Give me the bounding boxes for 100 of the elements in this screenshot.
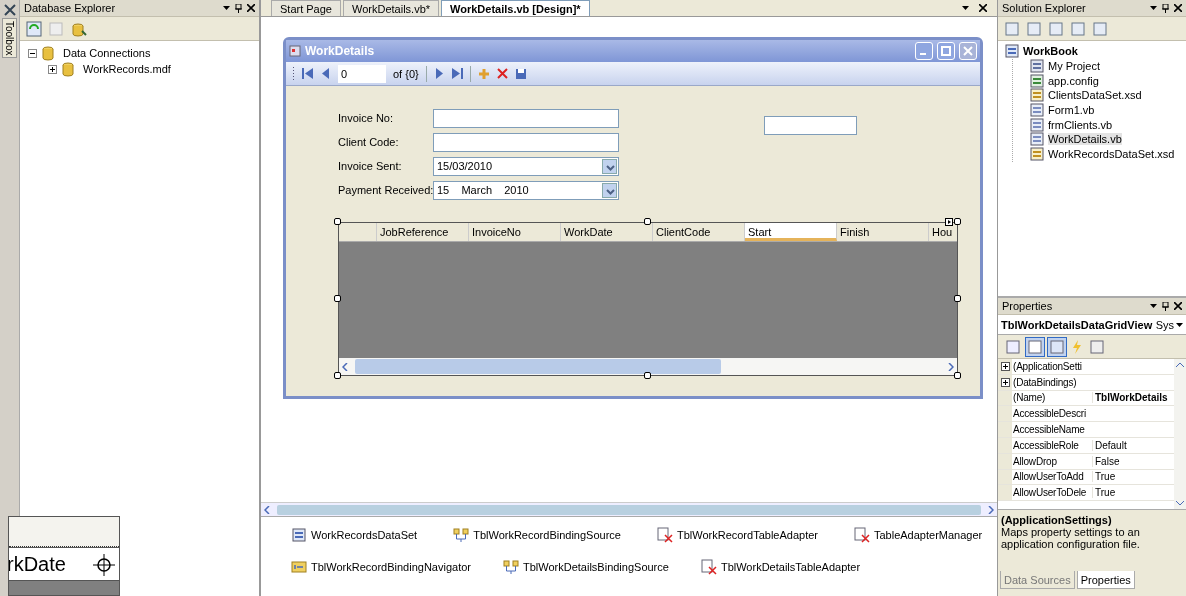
close-icon[interactable] (247, 4, 255, 12)
tree-item[interactable]: WorkRecordsDataSet.xsd (1048, 148, 1175, 161)
resize-handle[interactable] (334, 295, 341, 302)
property-value[interactable]: True (1092, 487, 1116, 499)
toolbox-icon[interactable] (3, 4, 16, 16)
tree-item[interactable]: WorkRecords.mdf (83, 63, 171, 75)
column-header[interactable]: InvoiceNo (469, 223, 561, 241)
resize-handle[interactable] (334, 218, 341, 225)
text-field[interactable] (433, 108, 619, 128)
tree-item[interactable]: app.config (1048, 74, 1099, 87)
text-field[interactable] (433, 132, 619, 152)
column-header[interactable]: Finish (837, 223, 929, 241)
position-field[interactable]: 0 (338, 64, 386, 83)
grip-icon (292, 66, 295, 81)
dropdown-caret-icon[interactable] (1150, 304, 1157, 308)
connect-database-icon[interactable] (70, 20, 88, 37)
component-label[interactable]: TblWorkDetailsBindingSource (523, 561, 669, 573)
alphabetical-icon[interactable] (1026, 337, 1044, 356)
scroll-up-icon[interactable] (1176, 362, 1184, 368)
project-node[interactable]: WorkBook (1023, 45, 1078, 58)
panel-tab[interactable]: Properties (1076, 571, 1135, 589)
scroll-down-icon[interactable] (1176, 500, 1184, 506)
close-icon[interactable] (979, 4, 987, 12)
column-header[interactable]: JobReference (377, 223, 469, 241)
dropdown-caret-icon[interactable] (962, 6, 969, 10)
resize-handle[interactable] (334, 372, 341, 379)
crosshair-cursor-icon (93, 554, 115, 576)
property-name[interactable]: AllowUserToAdd (1012, 471, 1092, 483)
object-selector[interactable]: TblWorkDetailsDataGridView Sys (998, 315, 1186, 335)
smart-tag-icon[interactable] (945, 218, 953, 226)
resize-handle[interactable] (954, 372, 961, 379)
tree-item[interactable]: Data Connections (63, 47, 151, 59)
pin-icon[interactable] (1162, 3, 1169, 13)
tree-item[interactable]: My Project (1048, 60, 1100, 73)
first-record-icon[interactable] (302, 68, 313, 79)
previous-record-icon[interactable] (320, 68, 331, 79)
property-name[interactable]: (ApplicationSetti (1012, 360, 1092, 372)
document-tab[interactable]: WorkDetails.vb [Design]* (441, 0, 590, 16)
resize-handle[interactable] (954, 295, 961, 302)
property-name[interactable]: AllowUserToDele (1012, 487, 1092, 499)
tree-item[interactable]: Form1.vb (1048, 104, 1095, 117)
dropdown-caret-icon[interactable] (602, 182, 617, 198)
component-label[interactable]: TblWorkRecordBindingSource (473, 529, 621, 541)
property-name[interactable]: AccessibleDescri (1012, 408, 1092, 420)
document-tab[interactable]: Start Page (271, 0, 341, 16)
horizontal-scrollbar[interactable] (261, 502, 997, 516)
property-value[interactable]: True (1092, 471, 1116, 483)
column-header[interactable]: Start (745, 223, 837, 241)
scrollbar-thumb[interactable] (277, 505, 981, 515)
component-label[interactable]: TblWorkRecordBindingNavigator (311, 561, 471, 573)
close-icon[interactable] (1174, 302, 1182, 310)
text-field[interactable] (764, 116, 857, 135)
document-tab[interactable]: WorkDetails.vb* (343, 0, 440, 16)
scroll-left-icon[interactable] (342, 362, 348, 371)
property-name[interactable]: (Name) (1012, 392, 1092, 404)
component-label[interactable]: TableAdapterManager (873, 529, 983, 541)
horizontal-scrollbar[interactable] (339, 358, 957, 375)
resize-handle[interactable] (644, 218, 651, 225)
save-icon[interactable] (514, 67, 527, 80)
panel-tab[interactable]: Data Sources (1000, 571, 1075, 589)
property-name[interactable]: AllowDrop (1012, 455, 1092, 467)
dropdown-caret-icon[interactable] (602, 158, 617, 174)
next-record-icon[interactable] (433, 68, 445, 79)
resize-handle[interactable] (954, 218, 961, 225)
scroll-right-icon[interactable] (948, 362, 954, 371)
scrollbar-thumb[interactable] (355, 359, 721, 374)
tree-item[interactable]: frmClients.vb (1048, 118, 1113, 131)
pin-icon[interactable] (235, 3, 242, 13)
vertical-scrollbar[interactable] (1174, 359, 1186, 509)
delete-icon[interactable] (496, 68, 508, 79)
dropdown-caret-icon[interactable] (223, 6, 230, 10)
pin-icon[interactable] (1162, 301, 1169, 311)
component-label[interactable]: TblWorkRecordTableAdapter (676, 529, 818, 541)
property-value[interactable]: False (1092, 455, 1120, 467)
collapse-icon[interactable] (28, 48, 37, 58)
maximize-button[interactable] (937, 42, 955, 60)
close-icon[interactable] (1174, 4, 1182, 12)
dropdown-caret-icon[interactable] (1150, 6, 1157, 10)
description-title: (ApplicationSettings) (1001, 514, 1112, 526)
expand-icon[interactable] (48, 64, 57, 74)
scroll-right-icon[interactable] (988, 505, 994, 514)
property-name[interactable]: (DataBindings) (1012, 376, 1092, 388)
property-name[interactable]: AccessibleRole (1012, 439, 1092, 451)
last-record-icon[interactable] (451, 68, 463, 79)
tree-item[interactable]: WorkDetails.vb (1048, 133, 1122, 146)
column-header[interactable]: Hou (929, 223, 953, 241)
property-value[interactable]: TblWorkDetails (1092, 392, 1168, 404)
resize-handle[interactable] (644, 372, 651, 379)
property-name[interactable]: AccessibleName (1012, 424, 1092, 436)
scroll-left-icon[interactable] (264, 505, 270, 514)
field-label: Payment Received: (338, 184, 433, 196)
tree-item[interactable]: ClientsDataSet.xsd (1048, 89, 1142, 102)
date-picker[interactable]: 15/03/2010 (433, 156, 619, 176)
data-grid[interactable]: JobReference InvoiceNo WorkDate ClientCode Start Finish Hou (338, 222, 958, 376)
date-picker[interactable]: 15 March 2010 (433, 180, 619, 200)
minimize-button[interactable] (915, 42, 933, 60)
property-value[interactable]: Default (1092, 439, 1127, 451)
component-label[interactable]: TblWorkDetailsTableAdapter (720, 561, 861, 573)
component-label[interactable]: WorkRecordsDataSet (311, 529, 418, 541)
toolbox-tab[interactable]: Toolbox (2, 18, 17, 59)
